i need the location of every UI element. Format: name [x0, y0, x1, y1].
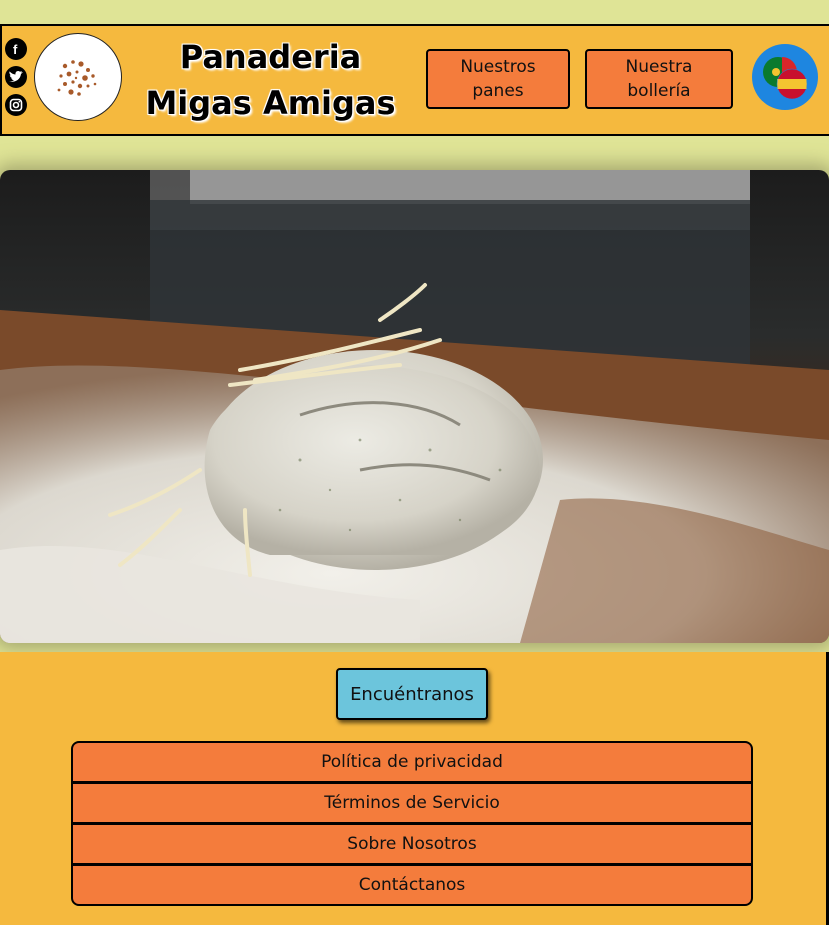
- nav-button-panes[interactable]: Nuestros panes: [426, 49, 570, 109]
- language-flags-icon[interactable]: [752, 44, 818, 110]
- site-title: Panaderia Migas Amigas: [145, 38, 396, 122]
- footer-section: Encuéntranos Política de privacidad Térm…: [0, 652, 829, 925]
- hero-image-dough: [0, 170, 829, 643]
- svg-text:f: f: [13, 42, 18, 56]
- bakery-logo[interactable]: [34, 33, 122, 121]
- privacy-policy-link[interactable]: Política de privacidad: [73, 743, 751, 781]
- facebook-icon[interactable]: f: [5, 38, 27, 60]
- about-us-link[interactable]: Sobre Nosotros: [73, 825, 751, 863]
- find-us-button[interactable]: Encuéntranos: [336, 668, 488, 720]
- terms-of-service-link[interactable]: Términos de Servicio: [73, 784, 751, 822]
- footer-links: Política de privacidad Términos de Servi…: [71, 741, 753, 906]
- twitter-icon[interactable]: [5, 66, 27, 88]
- social-links: f: [5, 38, 29, 122]
- site-header: f Panaderia Migas Amigas Nuestros panes …: [0, 24, 829, 136]
- instagram-icon[interactable]: [5, 94, 27, 116]
- nav-button-bolleria[interactable]: Nuestra bollería: [585, 49, 733, 109]
- contact-link[interactable]: Contáctanos: [73, 866, 751, 904]
